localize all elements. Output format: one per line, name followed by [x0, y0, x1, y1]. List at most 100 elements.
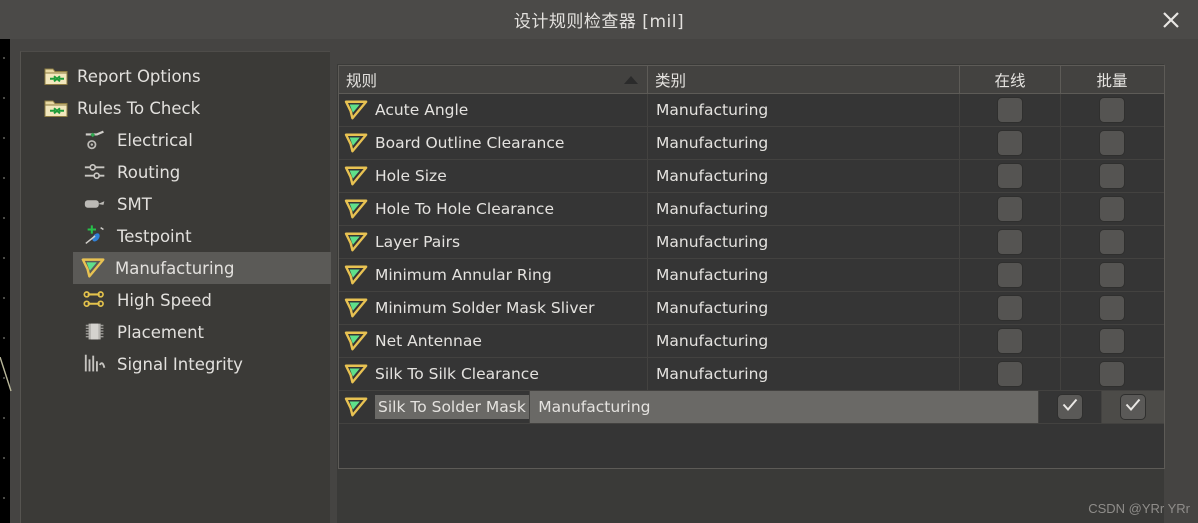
table-row[interactable]: Board Outline Clearance Manufacturing: [339, 127, 1164, 160]
cell-batch[interactable]: [1061, 127, 1163, 159]
manufacturing-rule-icon: [343, 329, 371, 353]
cell-batch[interactable]: [1061, 160, 1163, 192]
rule-name: Minimum Annular Ring: [375, 266, 552, 284]
online-checkbox[interactable]: [997, 163, 1023, 189]
manufacturing-icon: [81, 255, 107, 281]
cell-rule: Acute Angle: [339, 94, 648, 126]
cell-online[interactable]: [960, 127, 1061, 159]
batch-checkbox[interactable]: [1099, 295, 1125, 321]
online-checkbox[interactable]: [997, 196, 1023, 222]
online-checkbox[interactable]: [997, 229, 1023, 255]
table-row[interactable]: Net Antennae Manufacturing: [339, 325, 1164, 358]
sidebar-item-smt[interactable]: SMT: [21, 188, 330, 220]
electrical-icon: [83, 127, 109, 153]
sidebar-item-report-options[interactable]: Report Options: [21, 60, 330, 92]
cell-batch[interactable]: [1061, 94, 1163, 126]
sidebar-item-placement[interactable]: Placement: [21, 316, 330, 348]
rule-name: Net Antennae: [375, 332, 482, 350]
rules-table-panel: 规则 类别 在线 批量 Acute Angle Manufacturing Bo…: [337, 64, 1165, 523]
table-row[interactable]: Hole To Hole Clearance Manufacturing: [339, 193, 1164, 226]
cell-batch[interactable]: [1061, 325, 1163, 357]
sidebar-item-routing[interactable]: Routing: [21, 156, 330, 188]
signal-integrity-icon: [83, 351, 109, 377]
cell-category: Manufacturing: [648, 259, 960, 291]
sidebar-item-rules-to-check[interactable]: Rules To Check: [21, 92, 330, 124]
manufacturing-rule-icon: [343, 131, 371, 155]
watermark: CSDN @YRr YRr: [1088, 501, 1190, 516]
column-header-rule[interactable]: 规则: [339, 66, 648, 93]
cell-online[interactable]: [960, 226, 1061, 258]
sidebar-item-testpoint[interactable]: Testpoint: [21, 220, 330, 252]
rule-name: Hole To Hole Clearance: [375, 200, 554, 218]
cell-online[interactable]: [960, 325, 1061, 357]
sidebar-item-label: Placement: [117, 322, 205, 342]
cell-batch[interactable]: [1061, 358, 1163, 390]
cell-batch[interactable]: [1061, 259, 1163, 291]
cell-batch[interactable]: [1061, 193, 1163, 225]
batch-checkbox[interactable]: [1099, 97, 1125, 123]
online-checkbox[interactable]: [1056, 394, 1083, 420]
batch-checkbox[interactable]: [1099, 130, 1125, 156]
sidebar-item-label: Manufacturing: [115, 258, 235, 278]
cell-rule: Hole To Hole Clearance: [339, 193, 648, 225]
batch-checkbox[interactable]: [1099, 328, 1125, 354]
batch-checkbox[interactable]: [1099, 229, 1125, 255]
sidebar-item-high-speed[interactable]: High Speed: [21, 284, 330, 316]
close-button[interactable]: [1144, 0, 1198, 39]
rule-name: Minimum Solder Mask Sliver: [375, 299, 595, 317]
online-checkbox[interactable]: [997, 361, 1023, 387]
sidebar-item-label: Signal Integrity: [117, 354, 243, 374]
cell-online[interactable]: [960, 160, 1061, 192]
cell-category: Manufacturing: [648, 193, 960, 225]
online-checkbox[interactable]: [997, 97, 1023, 123]
column-header-batch[interactable]: 批量: [1061, 66, 1163, 93]
table-row[interactable]: Acute Angle Manufacturing: [339, 94, 1164, 127]
sidebar-item-signal-integrity[interactable]: Signal Integrity: [21, 348, 330, 380]
close-icon: [1160, 9, 1182, 31]
online-checkbox[interactable]: [997, 295, 1023, 321]
column-header-category[interactable]: 类别: [648, 66, 960, 93]
batch-checkbox[interactable]: [1119, 394, 1146, 420]
sidebar-item-label: Routing: [117, 162, 181, 182]
cell-online[interactable]: [960, 193, 1061, 225]
manufacturing-rule-icon: [343, 296, 371, 320]
batch-checkbox[interactable]: [1099, 262, 1125, 288]
cell-online[interactable]: [1039, 391, 1102, 423]
table-row[interactable]: Layer Pairs Manufacturing: [339, 226, 1164, 259]
cell-online[interactable]: [960, 292, 1061, 324]
cell-rule: Board Outline Clearance: [339, 127, 648, 159]
sort-ascending-icon: [624, 75, 638, 84]
manufacturing-rule-icon: [343, 395, 371, 419]
rules-grid: 规则 类别 在线 批量 Acute Angle Manufacturing Bo…: [338, 65, 1165, 469]
cell-batch[interactable]: [1101, 391, 1164, 423]
online-checkbox[interactable]: [997, 130, 1023, 156]
sidebar-item-manufacturing[interactable]: Manufacturing: [73, 252, 331, 284]
batch-checkbox[interactable]: [1099, 196, 1125, 222]
online-checkbox[interactable]: [997, 328, 1023, 354]
cell-rule: Net Antennae: [339, 325, 648, 357]
batch-checkbox[interactable]: [1099, 163, 1125, 189]
cell-online[interactable]: [960, 358, 1061, 390]
cell-category: Manufacturing: [648, 160, 960, 192]
cell-category: Manufacturing: [648, 292, 960, 324]
sidebar-item-label: SMT: [117, 194, 152, 214]
table-row[interactable]: Hole Size Manufacturing: [339, 160, 1164, 193]
online-checkbox[interactable]: [997, 262, 1023, 288]
manufacturing-rule-icon: [343, 98, 371, 122]
sidebar-item-electrical[interactable]: Electrical: [21, 124, 330, 156]
table-row[interactable]: Minimum Solder Mask Sliver Manufacturing: [339, 292, 1164, 325]
column-header-online[interactable]: 在线: [960, 66, 1061, 93]
batch-checkbox[interactable]: [1099, 361, 1125, 387]
cell-batch[interactable]: [1061, 226, 1163, 258]
table-row[interactable]: Silk To Silk Clearance Manufacturing: [339, 358, 1164, 391]
checkmark-icon: [1124, 397, 1142, 417]
manufacturing-rule-icon: [343, 197, 371, 221]
table-row[interactable]: Silk To Solder Mask Clearance Manufactur…: [339, 391, 1164, 424]
column-header-label: 规则: [346, 71, 378, 90]
cell-batch[interactable]: [1061, 292, 1163, 324]
cell-online[interactable]: [960, 259, 1061, 291]
placement-icon: [83, 319, 109, 345]
table-row[interactable]: Minimum Annular Ring Manufacturing: [339, 259, 1164, 292]
cell-rule: Layer Pairs: [339, 226, 648, 258]
cell-online[interactable]: [960, 94, 1061, 126]
